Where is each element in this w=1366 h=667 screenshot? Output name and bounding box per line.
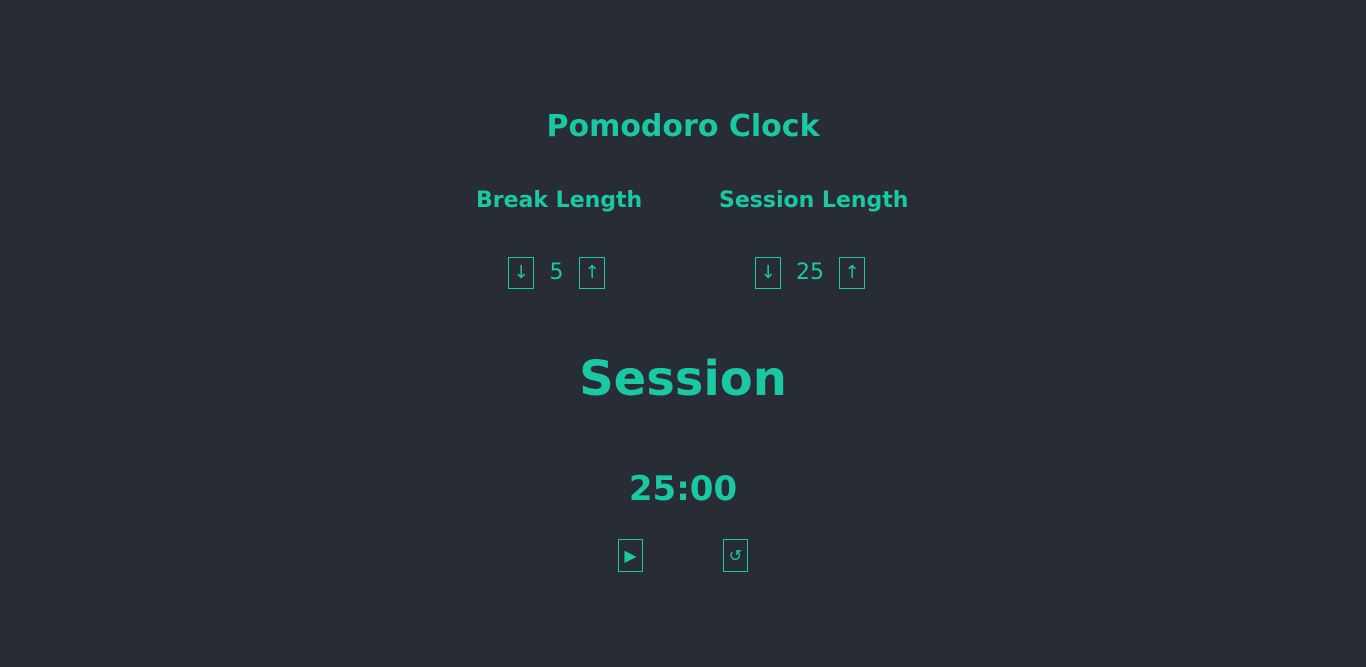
time-left-display: 25:00 (628, 469, 738, 509)
session-length-value: 25 (796, 260, 824, 285)
arrow-down-icon: ↓ (513, 262, 529, 283)
timer-label: Session (579, 351, 787, 407)
play-icon: ▶ (624, 546, 637, 565)
break-length-value: 5 (549, 260, 564, 285)
session-increment-button[interactable]: ↑ (839, 257, 865, 289)
arrow-up-icon: ↑ (584, 262, 600, 283)
page-title: Pomodoro Clock (546, 109, 820, 144)
start-stop-button[interactable]: ▶ (618, 539, 643, 572)
break-decrement-button[interactable]: ↓ (508, 257, 534, 289)
arrow-up-icon: ↑ (844, 262, 860, 283)
arrow-down-icon: ↓ (760, 262, 776, 283)
reset-icon: ↺ (728, 546, 743, 565)
break-length-label: Break Length (476, 188, 643, 213)
session-length-label: Session Length (719, 188, 909, 213)
session-decrement-button[interactable]: ↓ (755, 257, 781, 289)
break-increment-button[interactable]: ↑ (579, 257, 605, 289)
reset-button[interactable]: ↺ (723, 539, 748, 572)
